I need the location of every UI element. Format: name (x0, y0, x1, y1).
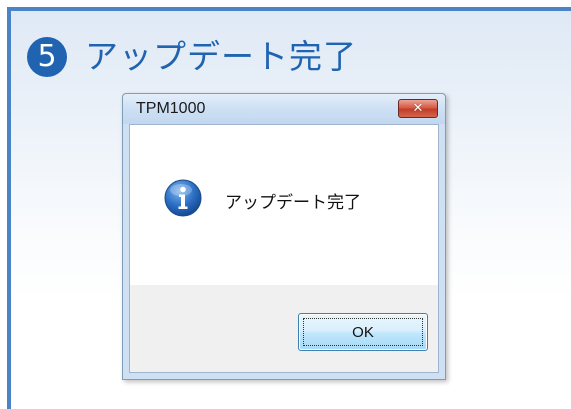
dialog-titlebar[interactable]: TPM1000 ✕ (123, 94, 445, 124)
dialog-title: TPM1000 (136, 100, 206, 117)
ok-button[interactable]: OK (298, 313, 428, 351)
ok-button-label: OK (352, 323, 374, 341)
close-button[interactable]: ✕ (398, 99, 438, 118)
dialog-client-area: アップデート完了 OK (129, 124, 439, 373)
message-dialog: TPM1000 ✕ アップデート完了 OK (122, 93, 446, 380)
dialog-message: アップデート完了 (225, 193, 361, 213)
step-title: アップデート完了 (85, 37, 357, 76)
info-icon (164, 179, 202, 217)
close-icon: ✕ (412, 101, 424, 116)
dialog-message-area: アップデート完了 (130, 125, 438, 285)
step-number-badge: 5 (27, 37, 67, 77)
